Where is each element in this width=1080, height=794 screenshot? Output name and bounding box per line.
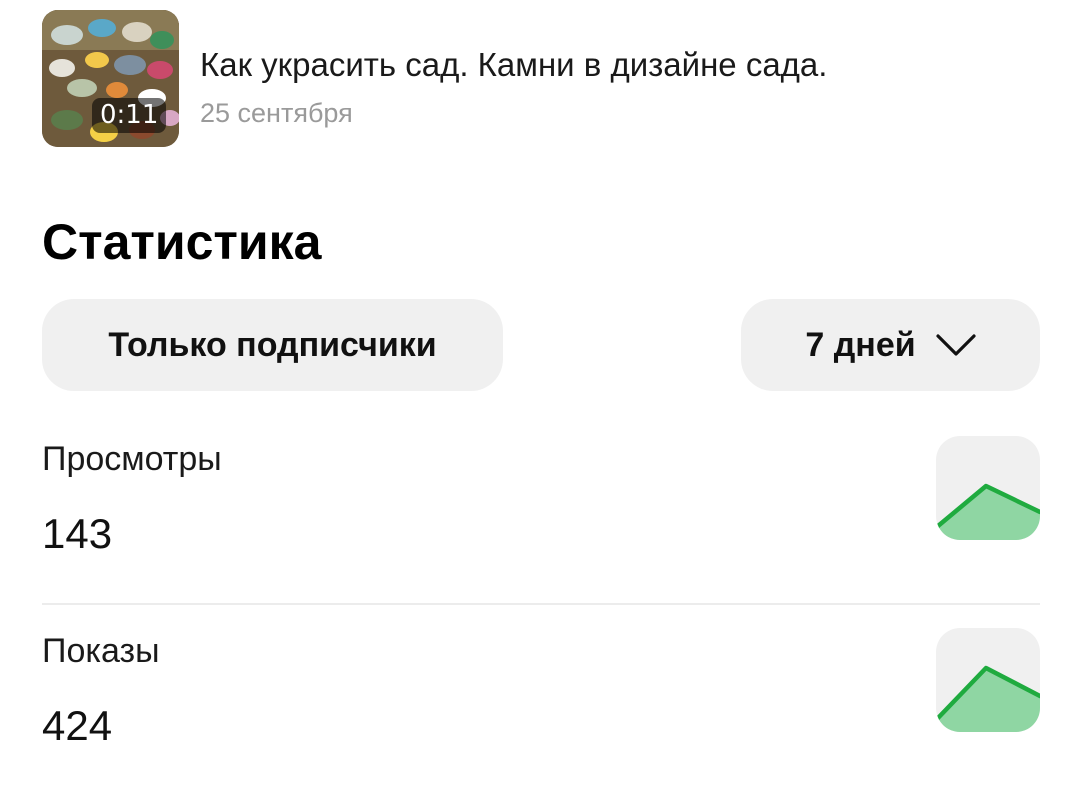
impressions-value: 424 xyxy=(42,702,113,749)
video-date: 25 сентября xyxy=(200,98,353,128)
video-duration: 0:11 xyxy=(92,98,167,133)
sparkline-up-icon[interactable] xyxy=(936,436,1040,540)
period-select[interactable]: 7 дней xyxy=(741,299,1040,391)
video-thumbnail[interactable]: 0:11 xyxy=(42,10,179,147)
subscribers-only-filter-label: Только подписчики xyxy=(108,325,437,364)
impressions-metric-row[interactable]: Показы 424 xyxy=(42,628,1040,749)
sparkline-up-icon[interactable] xyxy=(936,628,1040,732)
video-title[interactable]: Как украсить сад. Камни в дизайне сада. xyxy=(200,46,827,84)
period-select-label: 7 дней xyxy=(805,325,916,364)
views-label: Просмотры xyxy=(42,440,222,478)
chevron-down-icon xyxy=(936,333,976,357)
metrics-divider xyxy=(42,603,1040,605)
video-card[interactable]: 0:11 Как украсить сад. Камни в дизайне с… xyxy=(42,10,1032,148)
statistics-heading: Статистика xyxy=(42,214,322,270)
views-metric-row[interactable]: Просмотры 143 xyxy=(42,436,1040,557)
views-value: 143 xyxy=(42,510,113,557)
subscribers-only-filter-button[interactable]: Только подписчики xyxy=(42,299,503,391)
impressions-label: Показы xyxy=(42,632,160,670)
